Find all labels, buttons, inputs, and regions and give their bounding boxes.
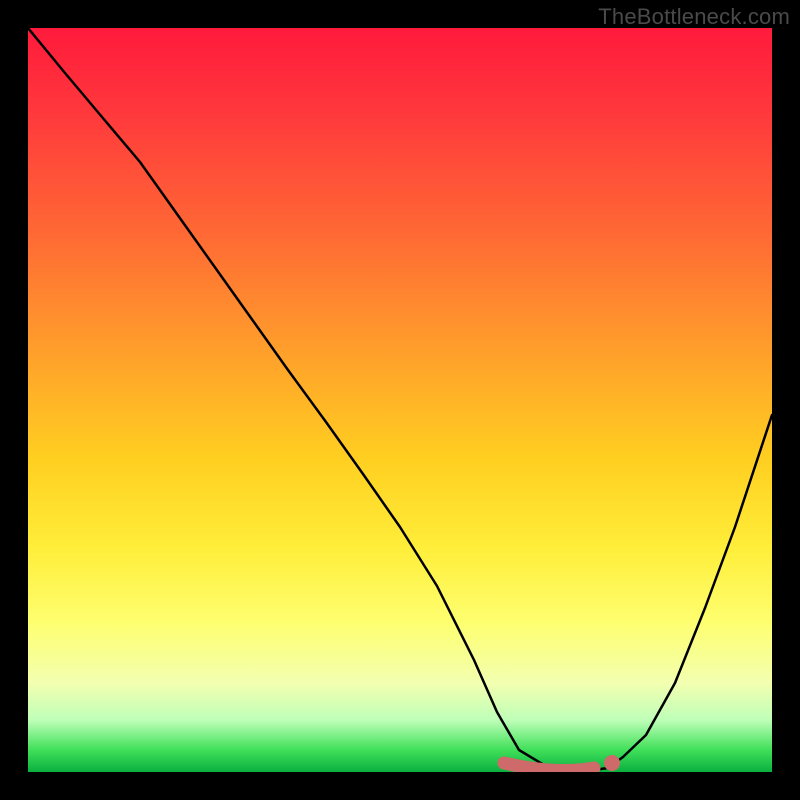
plot-area — [28, 28, 772, 772]
watermark-text: TheBottleneck.com — [598, 4, 790, 30]
chart-container: TheBottleneck.com — [0, 0, 800, 800]
optimal-range-segment — [504, 763, 594, 771]
bottleneck-curve — [28, 28, 772, 772]
optimal-range-dot — [604, 755, 620, 771]
bottleneck-curve-svg — [28, 28, 772, 772]
